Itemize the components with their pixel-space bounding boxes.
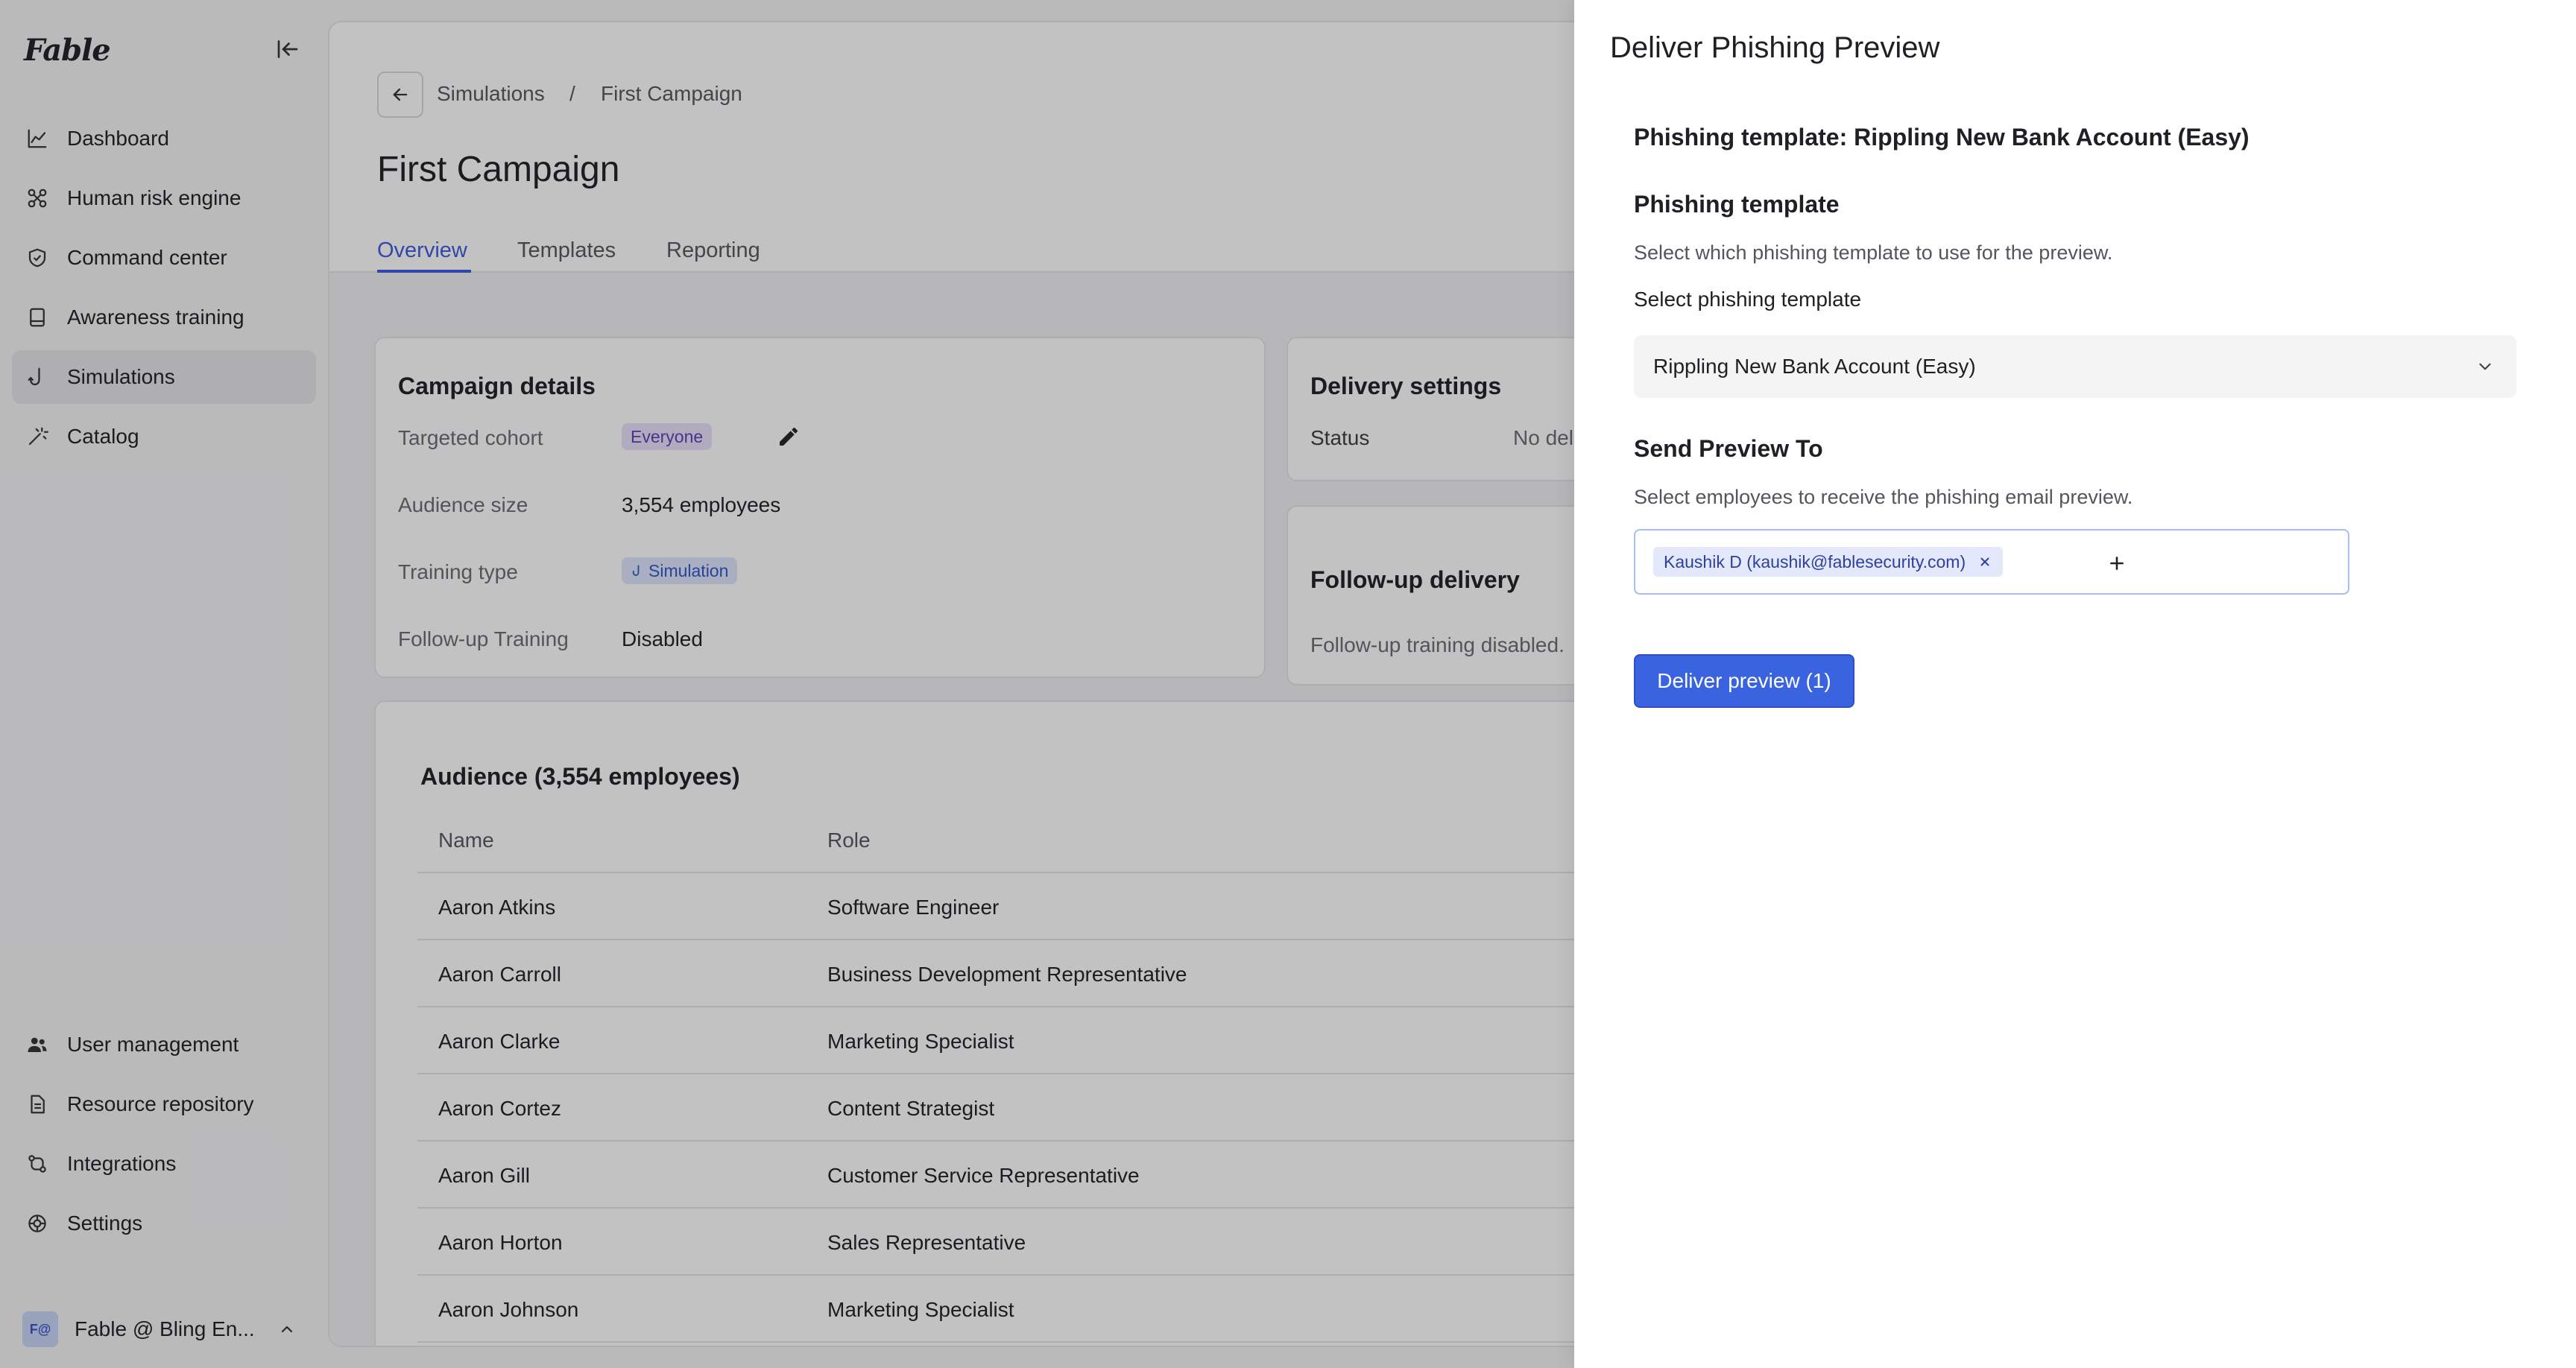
select-template-label: Select phishing template — [1634, 288, 1862, 311]
phishing-template-select-value: Rippling New Bank Account (Easy) — [1653, 355, 1976, 378]
template-heading: Phishing template: Rippling New Bank Acc… — [1634, 124, 2250, 151]
recipient-tag: Kaushik D (kaushik@fablesecurity.com) — [1653, 547, 2004, 577]
template-section-title: Phishing template — [1634, 191, 1840, 218]
recipient-tag-label: Kaushik D (kaushik@fablesecurity.com) — [1664, 551, 1966, 571]
phishing-template-select[interactable]: Rippling New Bank Account (Easy) — [1634, 335, 2516, 398]
drawer-title: Deliver Phishing Preview — [1610, 31, 1940, 64]
template-help-text: Select which phishing template to use fo… — [1634, 241, 2113, 264]
send-section-title: Send Preview To — [1634, 435, 1823, 462]
close-icon[interactable] — [1977, 554, 1992, 569]
send-help-text: Select employees to receive the phishing… — [1634, 486, 2133, 508]
plus-icon[interactable] — [2103, 550, 2130, 577]
recipients-input[interactable]: Kaushik D (kaushik@fablesecurity.com) — [1634, 529, 2349, 595]
deliver-preview-drawer: Deliver Phishing Preview Phishing templa… — [1574, 0, 2576, 1368]
chevron-down-icon — [2472, 353, 2498, 380]
deliver-preview-button[interactable]: Deliver preview (1) — [1634, 654, 1854, 708]
modal-backdrop[interactable] — [0, 0, 1574, 1368]
